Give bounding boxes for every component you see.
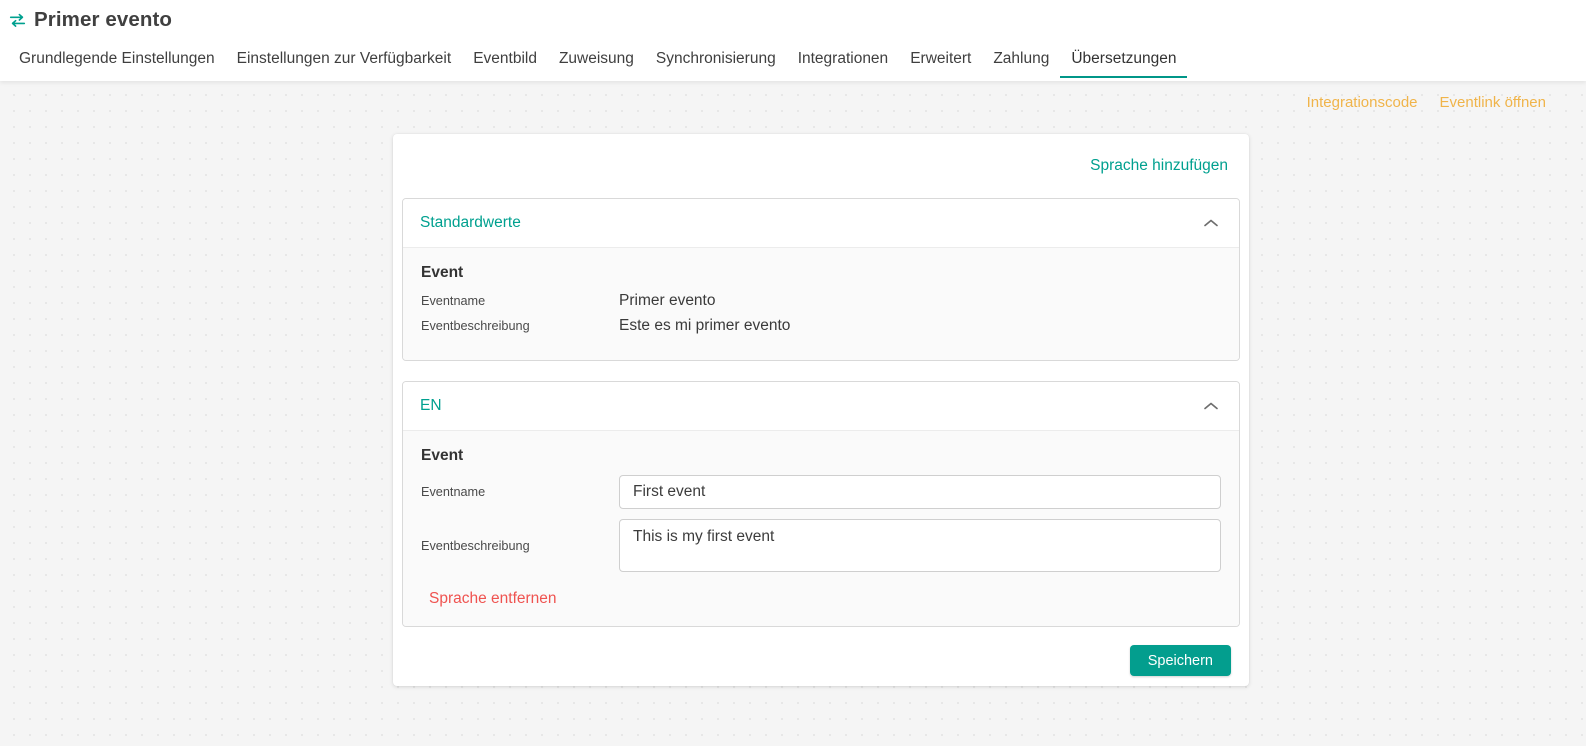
tab-integrationen[interactable]: Integrationen bbox=[787, 50, 900, 79]
form-label-eventbeschreibung: Eventbeschreibung bbox=[421, 538, 530, 553]
panel-default-values-body: Event Eventname Primer evento Eventbesch… bbox=[403, 247, 1239, 360]
add-language-row: Sprache hinzufügen bbox=[393, 134, 1249, 198]
form-row-eventbeschreibung: Eventbeschreibung This is my first event bbox=[421, 519, 1221, 572]
tab-uebersetzungen[interactable]: Übersetzungen bbox=[1060, 50, 1188, 79]
readonly-value-eventbeschreibung: Este es mi primer evento bbox=[619, 317, 791, 334]
tab-eventbild[interactable]: Eventbild bbox=[462, 50, 548, 79]
eventbeschreibung-textarea[interactable]: This is my first event bbox=[619, 519, 1221, 572]
chevron-up-icon[interactable] bbox=[1203, 218, 1219, 228]
card-footer: Speichern bbox=[393, 627, 1249, 676]
translations-card: Sprache hinzufügen Standardwerte Event E… bbox=[393, 134, 1249, 686]
utility-links: Integrationscode Eventlink öffnen bbox=[1307, 94, 1546, 111]
tab-synchronisierung[interactable]: Synchronisierung bbox=[645, 50, 787, 79]
tab-zahlung[interactable]: Zahlung bbox=[982, 50, 1060, 79]
tab-bar: Grundlegende Einstellungen Einstellungen… bbox=[0, 34, 1586, 78]
chevron-up-icon[interactable] bbox=[1203, 401, 1219, 411]
integrationscode-link[interactable]: Integrationscode bbox=[1307, 94, 1418, 111]
panel-default-values-title: Standardwerte bbox=[420, 214, 521, 231]
tab-grundlegende-einstellungen[interactable]: Grundlegende Einstellungen bbox=[8, 50, 226, 79]
readonly-label-eventbeschreibung: Eventbeschreibung bbox=[421, 319, 530, 333]
section-title-event-en: Event bbox=[421, 447, 464, 464]
panel-default-values-header[interactable]: Standardwerte bbox=[403, 199, 1239, 247]
readonly-label-eventname: Eventname bbox=[421, 294, 486, 308]
panel-en: EN Event Eventname Eventbeschreibung Thi… bbox=[402, 381, 1240, 627]
eventlink-oeffnen-link[interactable]: Eventlink öffnen bbox=[1440, 94, 1546, 111]
panel-en-header[interactable]: EN bbox=[403, 382, 1239, 430]
form-row-eventname: Eventname bbox=[421, 475, 1221, 509]
page-title: Primer evento bbox=[34, 7, 173, 31]
panel-default-values: Standardwerte Event Eventname Primer eve… bbox=[402, 198, 1240, 361]
section-title-event-default: Event bbox=[421, 264, 464, 281]
form-label-eventname: Eventname bbox=[421, 485, 486, 499]
exchange-arrows-icon bbox=[9, 13, 26, 27]
remove-language-row: Sprache entfernen bbox=[421, 590, 1221, 608]
tab-zuweisung[interactable]: Zuweisung bbox=[548, 50, 645, 79]
page-title-row: Primer evento bbox=[0, 0, 1586, 34]
readonly-row-eventname: Eventname Primer evento bbox=[421, 292, 1221, 317]
readonly-value-eventname: Primer evento bbox=[619, 292, 716, 309]
remove-language-link[interactable]: Sprache entfernen bbox=[429, 590, 557, 607]
save-button[interactable]: Speichern bbox=[1129, 645, 1231, 676]
panel-en-title: EN bbox=[420, 397, 442, 414]
panel-en-body: Event Eventname Eventbeschreibung This i… bbox=[403, 430, 1239, 626]
add-language-link[interactable]: Sprache hinzufügen bbox=[1090, 157, 1228, 175]
eventname-input[interactable] bbox=[619, 475, 1221, 509]
readonly-row-eventbeschreibung: Eventbeschreibung Este es mi primer even… bbox=[421, 317, 1221, 342]
tab-erweitert[interactable]: Erweitert bbox=[899, 50, 982, 79]
tab-einstellungen-zur-verfuegbarkeit[interactable]: Einstellungen zur Verfügbarkeit bbox=[226, 50, 463, 79]
app-header: Primer evento Grundlegende Einstellungen… bbox=[0, 0, 1586, 81]
